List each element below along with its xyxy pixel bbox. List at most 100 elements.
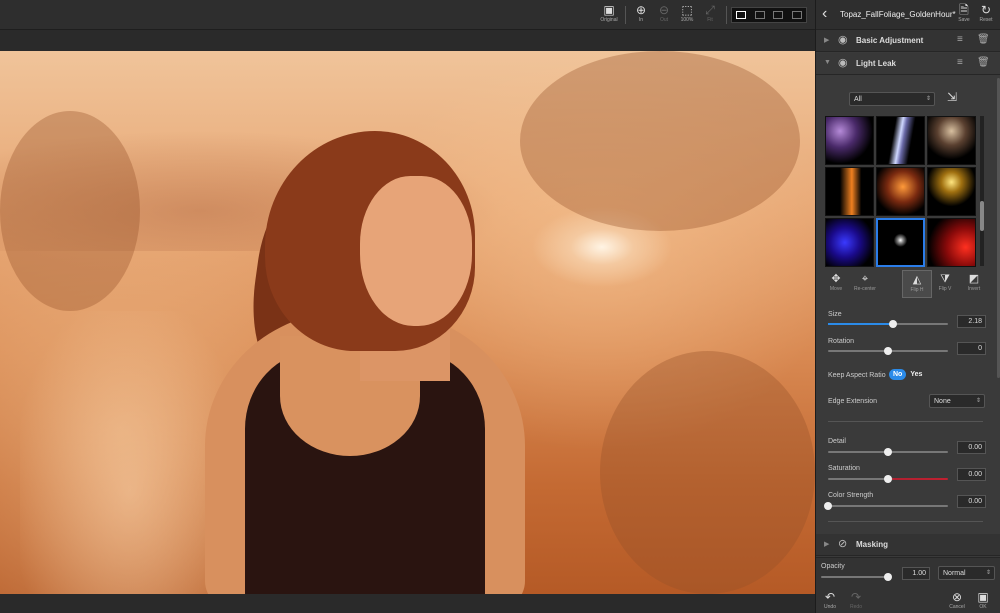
ok-save-icon: ▣ <box>977 590 989 604</box>
foreground-foliage <box>600 351 815 594</box>
saturation-label: Saturation <box>828 465 860 472</box>
flip-v-button[interactable]: ⧩ Flip V <box>930 270 960 298</box>
fit-button[interactable]: ⤢ Fit <box>697 4 723 28</box>
view-mode-switcher <box>731 7 807 23</box>
background-tree <box>0 111 140 311</box>
size-slider-knob[interactable] <box>888 320 897 328</box>
opacity-value-field[interactable]: 1.00 <box>902 567 930 580</box>
panel-footer: Opacity 1.00 Normal ⇕ ↶ Undo ↷ Redo ⊗ Ca… <box>816 557 1000 613</box>
aspect-no-option[interactable]: No <box>889 369 907 380</box>
section-masking[interactable]: ▶ ⊘ Masking <box>816 534 1000 556</box>
section-basic-adjustment[interactable]: ▶ ◉ Basic Adjustment ≡ 🗑 <box>816 30 1000 52</box>
expand-arrow-icon[interactable]: ▶ <box>824 540 829 548</box>
crosshair-icon: ⌖ <box>861 273 869 285</box>
invert-button[interactable]: ◩ Invert <box>959 270 989 298</box>
presets-scrollbar[interactable] <box>980 116 984 266</box>
opacity-slider[interactable] <box>821 573 892 581</box>
save-file-icon: 🗎 <box>959 3 969 17</box>
photo-preview[interactable] <box>0 51 815 594</box>
opacity-slider-knob[interactable] <box>884 573 892 581</box>
leak-filter-select[interactable]: All ⇕ <box>849 92 935 106</box>
menu-icon[interactable]: ≡ <box>957 57 963 69</box>
eye-icon[interactable]: ◉ <box>838 57 848 69</box>
leak-preset-thumb[interactable] <box>927 167 976 216</box>
image-canvas[interactable] <box>0 30 815 613</box>
eye-icon[interactable]: ◉ <box>838 34 848 46</box>
detail-slider-knob[interactable] <box>884 448 892 456</box>
split-view-button[interactable] <box>751 8 770 22</box>
recenter-tool-button[interactable]: ⌖ Re-center <box>850 270 880 298</box>
color-strength-label: Color Strength <box>828 492 874 499</box>
trash-icon[interactable]: 🗑 <box>977 34 990 46</box>
leak-preset-thumb[interactable] <box>825 218 874 267</box>
adjustments-panel: ‹ Topaz_FallFoliage_GoldenHour* 🗎 Save ↻… <box>815 0 1000 613</box>
zoom-in-icon: ⊕ <box>635 3 647 17</box>
ok-button[interactable]: ▣ OK <box>971 590 995 611</box>
invert-icon: ◩ <box>968 273 980 285</box>
leak-preset-thumb[interactable] <box>927 218 976 267</box>
saturation-value-field[interactable]: 0.00 <box>957 468 986 481</box>
size-label: Size <box>828 311 842 318</box>
actual-size-icon: ⬚ <box>681 3 693 17</box>
leak-preset-thumb[interactable] <box>825 116 874 165</box>
flip-h-button[interactable]: ◭ Flip H <box>902 270 932 298</box>
size-value-field[interactable]: 2.18 <box>957 315 986 328</box>
saturation-slider[interactable] <box>828 475 948 483</box>
redo-button[interactable]: ↷ Redo <box>844 591 868 611</box>
single-view-button[interactable] <box>732 8 751 22</box>
color-strength-slider[interactable] <box>824 502 948 510</box>
file-title: Topaz_FallFoliage_GoldenHour* <box>840 10 956 19</box>
menu-icon[interactable]: ≡ <box>957 34 963 46</box>
leak-tools-row: ✥ Move ⌖ Re-center ◭ Flip H ⧩ Flip V ◩ I… <box>816 270 996 298</box>
side-by-side-button[interactable] <box>769 8 788 22</box>
undo-button[interactable]: ↶ Undo <box>818 590 842 611</box>
back-icon[interactable]: ‹ <box>822 6 827 22</box>
leak-preset-thumb-selected[interactable] <box>876 218 925 267</box>
side-by-side-icon <box>773 11 784 19</box>
rotation-value-field[interactable]: 0 <box>957 342 986 355</box>
reset-button[interactable]: ↻ Reset <box>976 4 996 24</box>
image-icon: ▣ <box>603 3 615 17</box>
section-light-leak[interactable]: ▼ ◉ Light Leak ≡ 🗑 <box>816 53 1000 75</box>
cancel-button[interactable]: ⊗ Cancel <box>945 590 969 611</box>
eye-slash-icon[interactable]: ⊘ <box>838 538 847 550</box>
detail-value-field[interactable]: 0.00 <box>957 441 986 454</box>
move-icon: ✥ <box>831 273 841 285</box>
aspect-ratio-toggle[interactable]: No Yes <box>889 369 926 380</box>
rotation-label: Rotation <box>828 338 855 345</box>
leak-preset-thumb[interactable] <box>876 116 925 165</box>
toolbar-divider <box>726 6 727 24</box>
compare-view-button[interactable] <box>788 8 807 22</box>
rotation-slider-knob[interactable] <box>884 347 892 355</box>
saturation-slider-knob[interactable] <box>884 475 892 483</box>
save-button[interactable]: 🗎 Save <box>954 3 974 24</box>
cancel-icon: ⊗ <box>951 590 963 604</box>
fit-icon: ⤢ <box>705 3 715 17</box>
detail-label: Detail <box>828 438 846 445</box>
collapse-arrow-icon[interactable]: ▼ <box>824 59 831 66</box>
rotation-slider[interactable] <box>828 347 948 355</box>
leak-preset-thumb[interactable] <box>927 116 976 165</box>
chevron-updown-icon: ⇕ <box>975 398 981 404</box>
edge-extension-select[interactable]: None ⇕ <box>929 394 985 408</box>
app-window: ▣ Original ⊕ In ⊖ Out ⬚ 100% ⤢ Fit ‹ Top… <box>0 0 1000 613</box>
single-view-icon <box>736 11 747 19</box>
presets-scroll-thumb[interactable] <box>980 201 984 231</box>
leak-preset-thumb[interactable] <box>825 167 874 216</box>
aspect-ratio-label: Keep Aspect Ratio <box>828 372 886 379</box>
color-strength-value-field[interactable]: 0.00 <box>957 495 986 508</box>
leak-preset-thumb[interactable] <box>876 167 925 216</box>
import-icon[interactable]: ⇲ <box>947 90 957 104</box>
divider <box>828 421 983 422</box>
expand-arrow-icon[interactable]: ▶ <box>824 36 829 44</box>
color-strength-slider-knob[interactable] <box>824 502 832 510</box>
blend-mode-select[interactable]: Normal ⇕ <box>938 566 995 580</box>
undo-icon: ↶ <box>824 590 836 604</box>
move-tool-button[interactable]: ✥ Move <box>821 270 851 298</box>
size-slider[interactable] <box>828 320 948 328</box>
detail-slider[interactable] <box>828 448 948 456</box>
original-button[interactable]: ▣ Original <box>596 4 622 28</box>
divider <box>828 521 983 522</box>
aspect-yes-option[interactable]: Yes <box>906 369 926 380</box>
trash-icon[interactable]: 🗑 <box>977 57 990 69</box>
